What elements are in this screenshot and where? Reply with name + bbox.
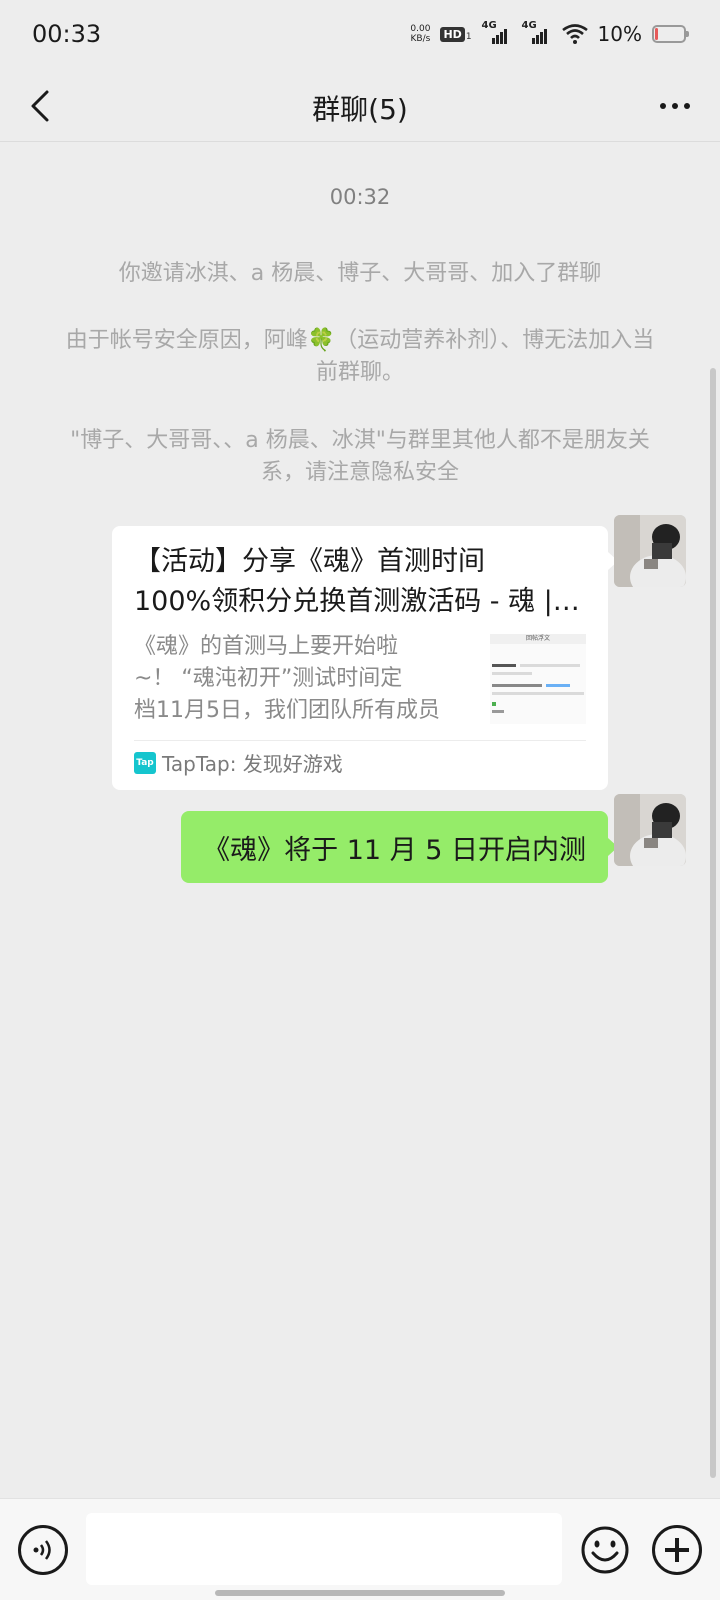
avatar[interactable] (614, 515, 686, 587)
avatar-image (614, 794, 686, 866)
network-speed: 0.00 KB/s (410, 24, 430, 44)
battery-level (655, 28, 658, 40)
thumbnail-header: 回帖浮文 (490, 634, 586, 644)
link-card-desc-line2: ~！ “魂沌初开”测试时间定 (134, 666, 403, 691)
network-speed-unit: KB/s (410, 34, 431, 44)
link-card-description: 《魂》的首测马上要开始啦 ~！ “魂沌初开”测试时间定 档11月5日，我们团队所… (134, 631, 469, 727)
link-card-title-line2: 100%领积分兑换首测激活码 - 魂 | TapTap (134, 586, 586, 617)
home-indicator[interactable] (215, 1590, 505, 1596)
link-card-message[interactable]: 【活动】分享《魂》首测时间 100%领积分兑换首测激活码 - 魂 | TapTa… (112, 526, 618, 790)
input-bar (0, 1498, 720, 1600)
avatar[interactable] (614, 794, 686, 866)
message-list[interactable]: 00:32 你邀请冰淇、a 杨晨、博子、大哥哥、加入了群聊 由于帐号安全原因，阿… (0, 143, 720, 1498)
status-time: 00:33 (32, 20, 102, 48)
battery-percent: 10% (597, 22, 642, 46)
more-dots-icon (660, 103, 666, 109)
text-message-bubble[interactable]: 《魂》将于 11 月 5 日开启内测 (181, 811, 618, 883)
plus-button[interactable] (652, 1525, 702, 1575)
voice-button[interactable] (18, 1525, 68, 1575)
signal-label-2: 4G (521, 20, 537, 31)
link-card-title: 【活动】分享《魂》首测时间 100%领积分兑换首测激活码 - 魂 | TapTa… (134, 542, 586, 622)
signal-icon-2: 4G (522, 20, 552, 44)
system-message-invite: 你邀请冰淇、a 杨晨、博子、大哥哥、加入了群聊 (118, 261, 602, 286)
emoji-icon (581, 1526, 629, 1574)
message-input[interactable] (86, 1513, 562, 1585)
link-card-desc-line1: 《魂》的首测马上要开始啦 (134, 634, 399, 659)
link-card-divider (134, 740, 586, 741)
signal-icon: 4G (482, 20, 512, 44)
link-card-source-text: TapTap: 发现好游戏 (162, 752, 343, 776)
signal-label: 4G (481, 20, 497, 31)
avatar-image (614, 515, 686, 587)
link-card-source: Tap TapTap: 发现好游戏 (134, 748, 343, 777)
voice-icon (33, 1540, 51, 1560)
network-speed-value: 0.00 (410, 24, 431, 34)
emoji-button[interactable] (580, 1525, 630, 1575)
hd-icon: HD 1 (440, 26, 472, 42)
chat-title: 群聊(5) (312, 93, 408, 126)
status-indicators: 0.00 KB/s HD 1 4G 4G 10% (410, 20, 689, 46)
hd-sub-label: 1 (465, 31, 472, 42)
wifi-icon (561, 24, 588, 44)
taptap-logo-icon: Tap (134, 751, 156, 774)
system-message-privacy: "博子、大哥哥、、a 杨晨、冰淇"与群里其他人都不是朋友关系，请注意隐私安全 (70, 428, 650, 485)
hd-label: HD (440, 26, 465, 42)
battery-icon (652, 25, 689, 43)
status-bar: 00:33 0.00 KB/s HD 1 4G 4G 10% (0, 0, 720, 70)
more-button[interactable] (650, 84, 700, 128)
link-card-title-line1: 【活动】分享《魂》首测时间 (134, 546, 485, 577)
system-message-security: 由于帐号安全原因，阿峰🍀（运动营养补剂）、博无法加入当前群聊。 (65, 328, 655, 385)
link-card-thumbnail: 回帖浮文 (490, 634, 586, 724)
scrollbar[interactable] (710, 368, 716, 1478)
message-timestamp: 00:32 (329, 185, 391, 209)
chat-header: 群聊(5) (0, 70, 720, 142)
link-card-desc-line3: 档11月5日，我们团队所有成员 (134, 698, 440, 723)
